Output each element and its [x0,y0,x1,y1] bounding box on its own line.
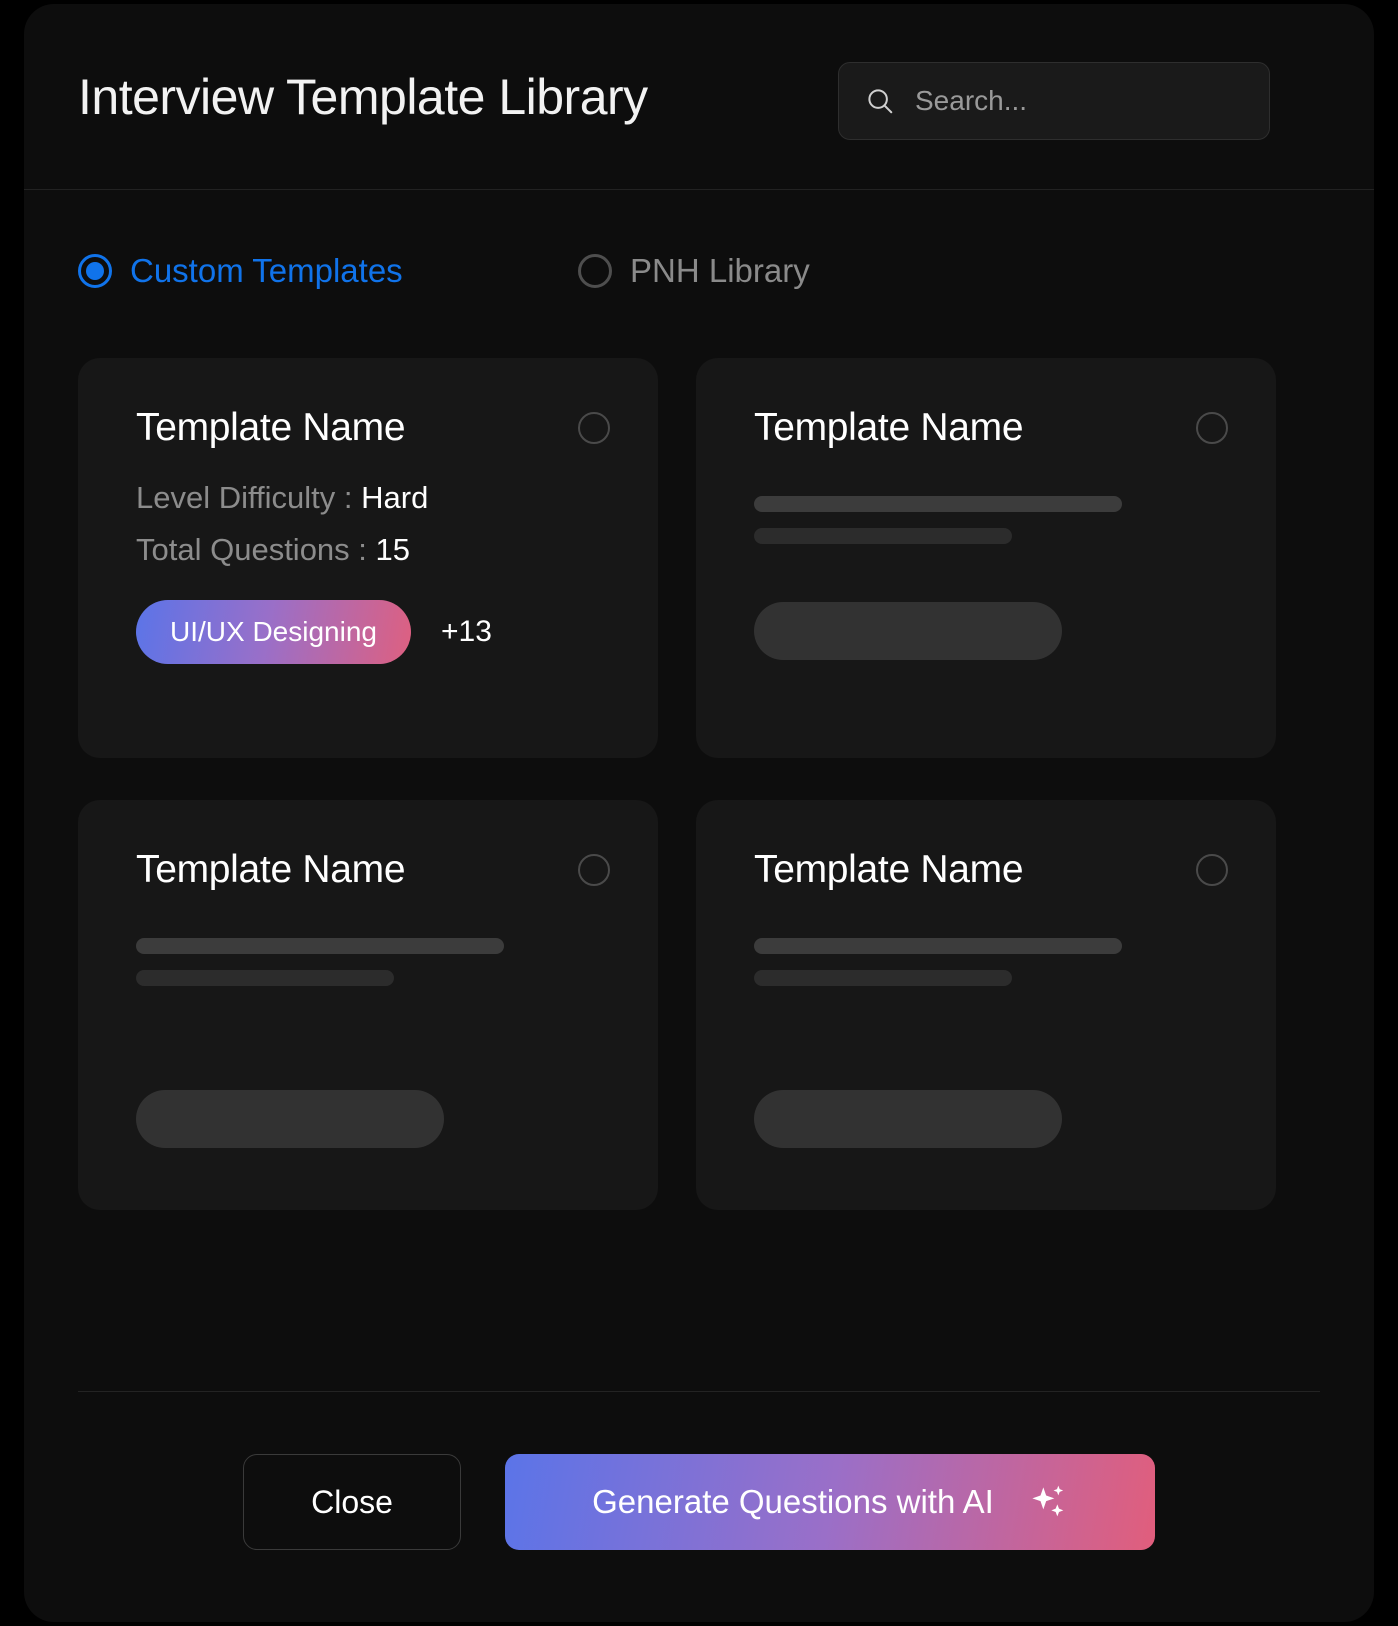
card-title-row: Template Name [136,848,610,892]
card-difficulty-value: Hard [361,480,429,515]
close-button[interactable]: Close [243,1454,461,1550]
modal-header: Interview Template Library [24,4,1374,190]
card-select-radio[interactable] [1196,412,1228,444]
radio-dot-pnh-library[interactable] [578,254,612,288]
modal-footer: Close Generate Questions with AI [24,1391,1374,1622]
template-card[interactable]: Template Name [696,800,1276,1210]
card-select-radio[interactable] [578,412,610,444]
skeleton-bar-long [136,938,504,954]
footer-divider [78,1391,1320,1392]
card-difficulty: Level Difficulty : Hard [136,480,610,516]
template-card[interactable]: Template Name [696,358,1276,758]
card-title-row: Template Name [754,406,1228,450]
card-questions-label: Total Questions : [136,532,376,567]
card-title-row: Template Name [136,406,610,450]
card-questions-value: 15 [375,532,410,567]
card-title: Template Name [136,406,406,449]
card-skeleton [754,496,1228,660]
radio-label-custom-templates: Custom Templates [130,252,403,289]
card-skeleton [754,938,1228,1148]
search-input[interactable] [915,85,1276,117]
skeleton-pill [754,602,1062,660]
card-tag-row: UI/UX Designing +13 [136,600,610,664]
modal-body: Custom Templates PNH Library Template Na… [24,190,1374,1391]
template-card[interactable]: Template Name Level Difficulty : Hard To… [78,358,658,758]
skeleton-bar-short [754,970,1012,986]
generate-button-label: Generate Questions with AI [592,1483,994,1520]
card-title: Template Name [754,848,1024,891]
skeleton-pill [754,1090,1062,1148]
search-box[interactable] [838,62,1276,140]
card-difficulty-label: Level Difficulty : [136,480,362,515]
card-tag-pill: UI/UX Designing [136,600,411,664]
skeleton-bar-short [136,970,394,986]
template-card[interactable]: Template Name [78,800,658,1210]
card-select-radio[interactable] [578,854,610,886]
card-questions: Total Questions : 15 [136,532,610,568]
page-title: Interview Template Library [78,68,648,125]
card-skeleton [136,938,610,1148]
card-meta: Level Difficulty : Hard Total Questions … [136,480,610,568]
card-tag-overflow-count: +13 [440,615,492,648]
card-title: Template Name [754,406,1024,449]
card-title: Template Name [136,848,406,891]
card-select-radio[interactable] [1196,854,1228,886]
skeleton-bar-short [754,528,1012,544]
template-source-radio-group: Custom Templates PNH Library [78,252,1320,290]
skeleton-bar-long [754,938,1122,954]
radio-dot-custom-templates[interactable] [78,254,112,288]
search-icon [868,89,893,114]
radio-option-pnh-library[interactable]: PNH Library [578,252,810,290]
template-cards-grid: Template Name Level Difficulty : Hard To… [78,358,1320,1210]
generate-questions-with-ai-button[interactable]: Generate Questions with AI [505,1454,1155,1550]
sparkle-icon [1032,1485,1064,1517]
card-title-row: Template Name [754,848,1228,892]
interview-template-library-modal: Interview Template Library Custom Templa… [24,4,1374,1622]
skeleton-bar-long [754,496,1122,512]
radio-label-pnh-library: PNH Library [630,252,810,289]
radio-option-custom-templates[interactable]: Custom Templates [78,252,578,290]
skeleton-pill [136,1090,444,1148]
footer-actions: Close Generate Questions with AI [78,1454,1320,1550]
